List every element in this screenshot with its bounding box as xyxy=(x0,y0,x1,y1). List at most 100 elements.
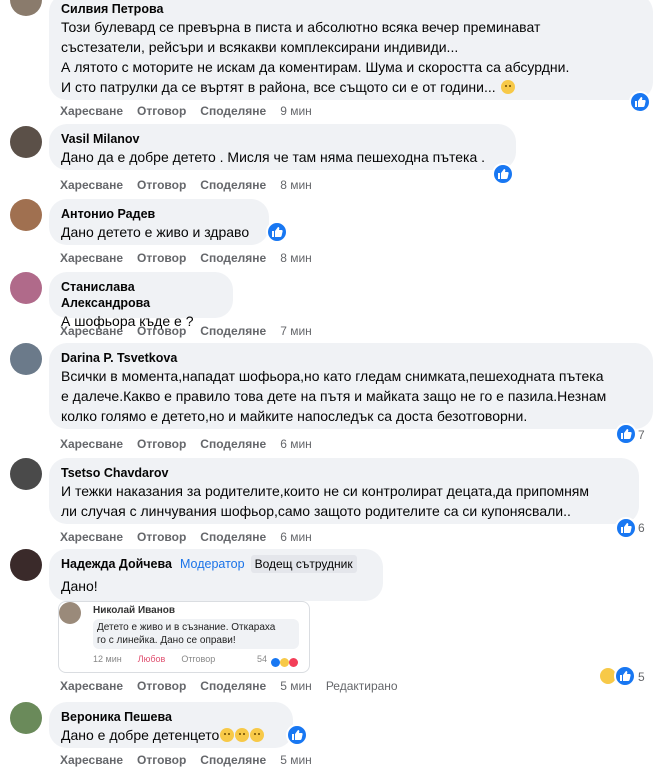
share-link[interactable]: Споделяне xyxy=(200,753,266,767)
comment-actions: Харесване Отговор Споделяне 5 мин Редакт… xyxy=(60,679,412,693)
comment-actions: Харесване Отговор Споделяне 9 мин xyxy=(60,104,326,118)
comment-time[interactable]: 6 мин xyxy=(280,530,312,544)
reply-link[interactable]: Отговор xyxy=(137,530,186,544)
comment-time[interactable]: 7 мин xyxy=(280,324,312,338)
comment-text-body: Този булевард се превърна в писта и абсо… xyxy=(61,19,570,95)
comment-time[interactable]: 5 мин xyxy=(280,753,312,767)
comment-bubble: Силвия Петрова Този булевард се превърна… xyxy=(49,0,653,100)
reply-link[interactable]: Отговор xyxy=(137,178,186,192)
avatar[interactable] xyxy=(10,458,42,490)
reply-link[interactable]: Отговор xyxy=(137,753,186,767)
comment-actions: Харесване Отговор Споделяне 5 мин xyxy=(60,753,326,767)
quoted-reply: Отговор xyxy=(181,654,216,664)
comment-author[interactable]: Vasil Milanov xyxy=(61,131,504,147)
comment-author[interactable]: Darina P. Tsvetkova xyxy=(61,350,641,366)
avatar[interactable] xyxy=(10,272,42,304)
avatar[interactable] xyxy=(10,0,42,16)
reaction-count[interactable]: 7 xyxy=(638,428,645,442)
comment-text: Всички в момента,нападат шофьора,но като… xyxy=(61,368,607,424)
share-link[interactable]: Споделяне xyxy=(200,178,266,192)
comment-bubble: Станислава Александрова А шофьора къде е… xyxy=(49,272,233,329)
quoted-author: Николай Иванов xyxy=(93,605,176,616)
like-link[interactable]: Харесване xyxy=(60,178,123,192)
avatar[interactable] xyxy=(10,199,42,231)
reply-link[interactable]: Отговор xyxy=(137,679,186,693)
avatar[interactable] xyxy=(10,126,42,158)
like-link[interactable]: Харесване xyxy=(60,324,123,338)
comment-actions: Харесване Отговор Споделяне 8 мин xyxy=(60,178,326,192)
comment-bubble: Надежда Дойчева Модератор Водещ сътрудник … xyxy=(49,549,383,601)
like-reaction-icon[interactable] xyxy=(615,517,637,539)
comment-author[interactable]: Силвия Петрова xyxy=(61,1,641,17)
avatar[interactable] xyxy=(10,702,42,734)
comment-actions: Харесване Отговор Споделяне 6 мин xyxy=(60,530,326,544)
avatar[interactable] xyxy=(10,549,42,581)
comment-bubble: Vasil Milanov Дано да е добре детето . М… xyxy=(49,124,516,170)
top-contributor-badge[interactable]: Водещ сътрудник xyxy=(250,555,357,573)
share-link[interactable]: Споделяне xyxy=(200,251,266,265)
comment-bubble: Антонио Радев Дано детето е живо и здрав… xyxy=(49,199,269,245)
comment-bubble: Darina P. Tsvetkova Всички в момента,нап… xyxy=(49,343,653,429)
reply-link[interactable]: Отговор xyxy=(137,437,186,451)
quoted-text: Детето е живо и в съзнание. Откараха го … xyxy=(93,619,299,649)
comment-text: Дано! xyxy=(61,578,98,594)
reply-link[interactable]: Отговор xyxy=(137,104,186,118)
like-reaction-icon[interactable] xyxy=(266,221,288,243)
like-link[interactable]: Харесване xyxy=(60,679,123,693)
comment-author[interactable]: Станислава Александрова xyxy=(61,279,221,311)
comment-text: Този булевард се превърна в писта и абсо… xyxy=(61,17,641,97)
comment-text-body: Дано е добре детенцето xyxy=(61,727,220,743)
comment-author[interactable]: Tsetso Chavdarov xyxy=(61,465,627,481)
share-link[interactable]: Споделяне xyxy=(200,324,266,338)
share-link[interactable]: Споделяне xyxy=(200,437,266,451)
quoted-actions: 12 мин Любов Отговор xyxy=(93,654,215,664)
like-reaction-icon[interactable] xyxy=(492,163,514,185)
avatar xyxy=(59,602,81,624)
edited-label: Редактирано xyxy=(325,679,398,693)
comment-text: Дано да е добре детето . Мисля че там ня… xyxy=(61,149,486,165)
comment-text: И тежки наказания за родителите,които не… xyxy=(61,483,590,519)
like-reaction-icon[interactable] xyxy=(614,665,636,687)
quoted-count: 54 xyxy=(257,654,268,664)
like-reaction-icon[interactable] xyxy=(615,423,637,445)
share-link[interactable]: Споделяне xyxy=(200,104,266,118)
comment-actions: Харесване Отговор Споделяне 7 мин xyxy=(60,324,326,338)
comment-actions: Харесване Отговор Споделяне 8 мин xyxy=(60,251,326,265)
reaction-count[interactable]: 5 xyxy=(638,670,645,684)
share-link[interactable]: Споделяне xyxy=(200,679,266,693)
comment-time[interactable]: 8 мин xyxy=(280,251,312,265)
comment-author[interactable]: Антонио Радев xyxy=(61,206,257,222)
smile-emoji-icon xyxy=(500,80,515,94)
reply-link[interactable]: Отговор xyxy=(137,251,186,265)
comment-time[interactable]: 8 мин xyxy=(280,178,312,192)
comment-author[interactable]: Надежда Дойчева xyxy=(61,557,172,571)
like-reaction-icon[interactable] xyxy=(286,724,308,746)
like-link[interactable]: Харесване xyxy=(60,437,123,451)
like-link[interactable]: Харесване xyxy=(60,251,123,265)
moderator-label[interactable]: Модератор xyxy=(180,557,245,571)
comment-text: Дано детето е живо и здраво xyxy=(61,224,250,240)
like-link[interactable]: Харесване xyxy=(60,753,123,767)
sad-emoji-icon xyxy=(250,728,265,742)
quoted-comment[interactable]: Николай Иванов Детето е живо и в съзнани… xyxy=(58,601,310,673)
reaction-count[interactable]: 6 xyxy=(638,521,645,535)
share-link[interactable]: Споделяне xyxy=(200,530,266,544)
comment-time[interactable]: 9 мин xyxy=(280,104,312,118)
sad-emoji-icon xyxy=(220,728,235,742)
avatar[interactable] xyxy=(10,343,42,375)
sad-emoji-icon xyxy=(235,728,250,742)
comment-time[interactable]: 6 мин xyxy=(280,437,312,451)
quoted-time: 12 мин xyxy=(93,654,122,664)
like-reaction-icon[interactable] xyxy=(629,91,651,113)
comment-author[interactable]: Вероника Пешева xyxy=(61,709,281,725)
reply-link[interactable]: Отговор xyxy=(137,324,186,338)
comment-bubble: Вероника Пешева Дано е добре детенцето xyxy=(49,702,293,748)
comment-author-row: Надежда Дойчева Модератор Водещ сътрудник xyxy=(61,555,371,573)
comment-text: Дано е добре детенцето xyxy=(61,725,281,745)
like-link[interactable]: Харесване xyxy=(60,530,123,544)
quoted-reactions-icon xyxy=(271,654,301,667)
like-link[interactable]: Харесване xyxy=(60,104,123,118)
comment-time[interactable]: 5 мин xyxy=(280,679,312,693)
comment-bubble: Tsetso Chavdarov И тежки наказания за ро… xyxy=(49,458,639,524)
comment-actions: Харесване Отговор Споделяне 6 мин xyxy=(60,437,326,451)
